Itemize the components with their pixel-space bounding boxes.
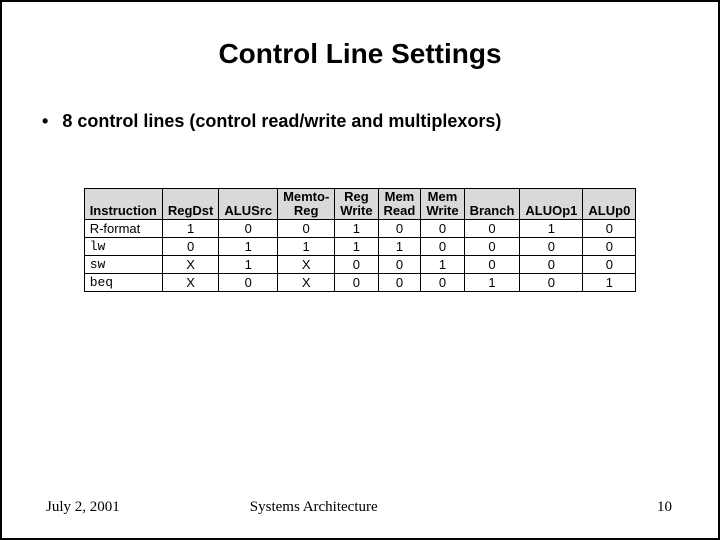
cell-memread: 0 xyxy=(378,274,421,292)
th-regdst: RegDst xyxy=(162,189,219,220)
cell-instruction: beq xyxy=(84,274,162,292)
cell-memtoreg: X xyxy=(278,256,335,274)
cell-memwrite: 0 xyxy=(421,220,464,238)
bullet-text: 8 control lines (control read/write and … xyxy=(62,110,501,132)
cell-alusrc: 0 xyxy=(219,220,278,238)
cell-branch: 0 xyxy=(464,256,520,274)
cell-memwrite: 1 xyxy=(421,256,464,274)
cell-branch: 0 xyxy=(464,238,520,256)
table-row: R-format100100010 xyxy=(84,220,636,238)
cell-branch: 1 xyxy=(464,274,520,292)
cell-aluop1: 0 xyxy=(520,256,583,274)
cell-memread: 0 xyxy=(378,220,421,238)
cell-aluop0: 0 xyxy=(583,238,636,256)
cell-alusrc: 1 xyxy=(219,256,278,274)
control-table: Instruction RegDst ALUSrc Memto- Reg Reg… xyxy=(84,188,637,292)
th-memwrite-top: Mem xyxy=(428,190,458,204)
th-memtoreg-top: Memto- xyxy=(283,190,329,204)
cell-regwrite: 0 xyxy=(335,256,378,274)
cell-alusrc: 1 xyxy=(219,238,278,256)
table-header-row: Instruction RegDst ALUSrc Memto- Reg Reg… xyxy=(84,189,636,220)
th-regwrite-top: Reg xyxy=(344,190,369,204)
th-regwrite: Reg Write xyxy=(335,189,378,220)
cell-aluop0: 1 xyxy=(583,274,636,292)
cell-regwrite: 1 xyxy=(335,238,378,256)
cell-memread: 1 xyxy=(378,238,421,256)
cell-memread: 0 xyxy=(378,256,421,274)
cell-memtoreg: X xyxy=(278,274,335,292)
table-row: beqX0X000101 xyxy=(84,274,636,292)
cell-aluop0: 0 xyxy=(583,256,636,274)
cell-regdst: 0 xyxy=(162,238,219,256)
slide: Control Line Settings • 8 control lines … xyxy=(0,0,720,540)
th-memread-top: Mem xyxy=(385,190,415,204)
th-memtoreg: Memto- Reg xyxy=(278,189,335,220)
th-branch: Branch xyxy=(464,189,520,220)
cell-instruction: lw xyxy=(84,238,162,256)
slide-footer: July 2, 2001 Systems Architecture 10 xyxy=(2,499,718,516)
footer-page-number: 10 xyxy=(657,499,718,516)
th-memwrite-bot: Write xyxy=(426,204,458,218)
cell-regdst: X xyxy=(162,274,219,292)
slide-title: Control Line Settings xyxy=(2,38,718,70)
th-memread-bot: Read xyxy=(384,204,416,218)
cell-memtoreg: 1 xyxy=(278,238,335,256)
cell-memwrite: 0 xyxy=(421,274,464,292)
th-regwrite-bot: Write xyxy=(340,204,372,218)
table-row: lw011110000 xyxy=(84,238,636,256)
th-alusrc: ALUSrc xyxy=(219,189,278,220)
cell-regwrite: 0 xyxy=(335,274,378,292)
table-row: swX1X001000 xyxy=(84,256,636,274)
cell-branch: 0 xyxy=(464,220,520,238)
cell-memtoreg: 0 xyxy=(278,220,335,238)
cell-regdst: 1 xyxy=(162,220,219,238)
th-aluop0: ALUp0 xyxy=(583,189,636,220)
th-memtoreg-bot: Reg xyxy=(294,204,319,218)
th-instruction: Instruction xyxy=(84,189,162,220)
cell-aluop1: 0 xyxy=(520,274,583,292)
cell-instruction: R-format xyxy=(84,220,162,238)
footer-date: July 2, 2001 xyxy=(2,499,120,516)
bullet-marker: • xyxy=(42,110,48,132)
table-container: Instruction RegDst ALUSrc Memto- Reg Reg… xyxy=(2,188,718,292)
th-memread: Mem Read xyxy=(378,189,421,220)
cell-regwrite: 1 xyxy=(335,220,378,238)
th-aluop1: ALUOp1 xyxy=(520,189,583,220)
cell-aluop0: 0 xyxy=(583,220,636,238)
cell-alusrc: 0 xyxy=(219,274,278,292)
footer-title: Systems Architecture xyxy=(120,499,657,516)
cell-regdst: X xyxy=(162,256,219,274)
th-memwrite: Mem Write xyxy=(421,189,464,220)
cell-aluop1: 0 xyxy=(520,238,583,256)
cell-instruction: sw xyxy=(84,256,162,274)
bullet-row: • 8 control lines (control read/write an… xyxy=(42,110,718,132)
cell-memwrite: 0 xyxy=(421,238,464,256)
cell-aluop1: 1 xyxy=(520,220,583,238)
